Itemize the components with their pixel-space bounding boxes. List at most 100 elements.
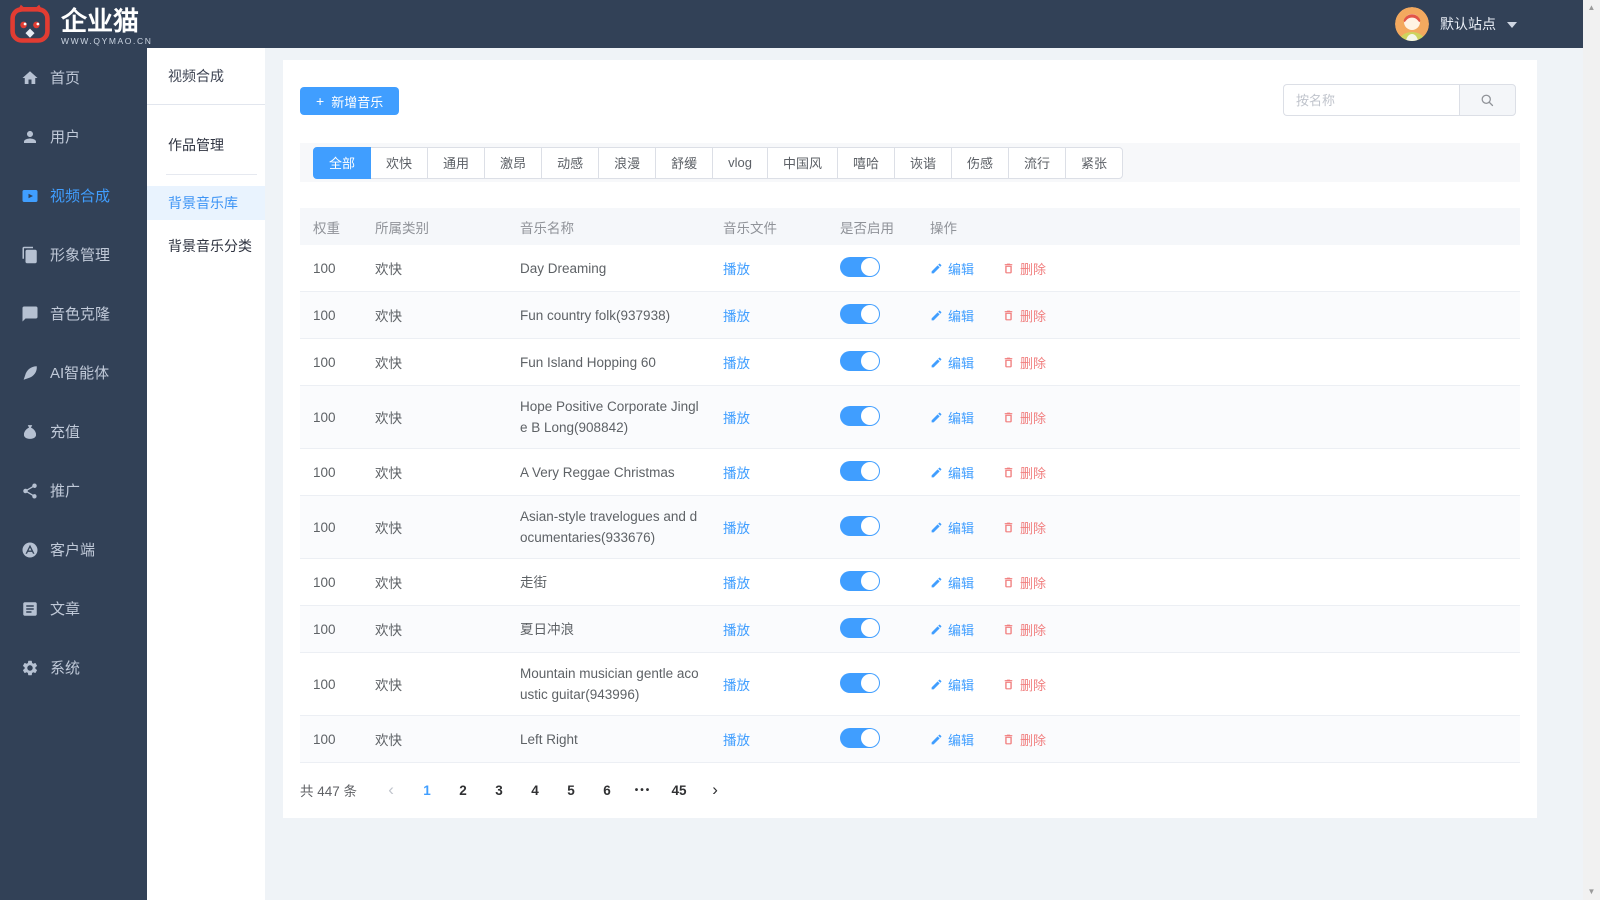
- filter-tab[interactable]: vlog: [712, 146, 768, 179]
- delete-button[interactable]: 删除: [1002, 259, 1046, 278]
- row-weight: 100: [313, 409, 336, 425]
- divider: [166, 174, 257, 175]
- submenu-item-works[interactable]: 作品管理: [147, 126, 265, 164]
- search-button[interactable]: [1459, 84, 1516, 116]
- edit-button[interactable]: 编辑: [930, 463, 974, 482]
- row-category: 欢快: [375, 521, 402, 536]
- filter-tab[interactable]: 流行: [1008, 146, 1067, 179]
- play-link[interactable]: 播放: [723, 411, 750, 426]
- page-number[interactable]: 3: [483, 776, 515, 804]
- col-category: 所属类别: [375, 220, 429, 236]
- enable-toggle[interactable]: [840, 617, 880, 638]
- article-icon: [23, 601, 37, 616]
- scroll-up-icon[interactable]: ▲: [1583, 0, 1600, 16]
- play-link[interactable]: 播放: [723, 623, 750, 638]
- delete-button[interactable]: 删除: [1002, 518, 1046, 537]
- sidebar-item-voice-clone[interactable]: 音色克隆: [0, 284, 147, 343]
- page-number[interactable]: 5: [555, 776, 587, 804]
- sidebar-item-promotion[interactable]: 推广: [0, 461, 147, 520]
- delete-button[interactable]: 删除: [1002, 730, 1046, 749]
- edit-button[interactable]: 编辑: [930, 408, 974, 427]
- enable-toggle[interactable]: [840, 256, 880, 277]
- edit-button[interactable]: 编辑: [930, 675, 974, 694]
- sidebar-item-home[interactable]: 首页: [0, 48, 147, 107]
- row-category: 欢快: [375, 576, 402, 591]
- delete-button[interactable]: 删除: [1002, 463, 1046, 482]
- delete-button[interactable]: 删除: [1002, 408, 1046, 427]
- enable-toggle[interactable]: [840, 570, 880, 591]
- play-link[interactable]: 播放: [723, 466, 750, 481]
- trash-icon: [1004, 467, 1013, 477]
- secondary-sidebar: 视频合成 作品管理 背景音乐库 背景音乐分类: [147, 48, 265, 900]
- filter-tab[interactable]: 浪漫: [598, 146, 657, 179]
- sidebar-item-image-manage[interactable]: 形象管理: [0, 225, 147, 284]
- edit-button[interactable]: 编辑: [930, 518, 974, 537]
- page-ellipsis[interactable]: •••: [627, 776, 659, 804]
- filter-tab[interactable]: 欢快: [370, 146, 429, 179]
- play-link[interactable]: 播放: [723, 521, 750, 536]
- top-bar: 企业猫 WWW.QYMAO.CN 默认站点: [0, 0, 1583, 48]
- submenu-item-bgm-category[interactable]: 背景音乐分类: [147, 229, 265, 263]
- enable-toggle[interactable]: [840, 515, 880, 536]
- add-music-button[interactable]: + 新增音乐: [300, 87, 400, 115]
- page-number[interactable]: 4: [519, 776, 551, 804]
- row-weight: 100: [313, 731, 336, 747]
- delete-button[interactable]: 删除: [1002, 306, 1046, 325]
- music-table: 权重 所属类别 音乐名称 音乐文件 是否启用 操作 100 欢快 Day Dre…: [300, 208, 1520, 763]
- delete-button[interactable]: 删除: [1002, 353, 1046, 372]
- sidebar-item-video-compose[interactable]: 视频合成: [0, 166, 147, 225]
- enable-toggle[interactable]: [840, 405, 880, 426]
- user-menu[interactable]: 默认站点: [1395, 0, 1517, 48]
- pencil-icon: [931, 734, 942, 744]
- filter-tab[interactable]: 嘻哈: [836, 146, 895, 179]
- filter-tab[interactable]: 激昂: [484, 146, 543, 179]
- enable-toggle[interactable]: [840, 350, 880, 371]
- search-input[interactable]: [1283, 84, 1459, 116]
- page-number[interactable]: 2: [447, 776, 479, 804]
- delete-button[interactable]: 删除: [1002, 573, 1046, 592]
- delete-button[interactable]: 删除: [1002, 620, 1046, 639]
- sidebar-item-ai-agent[interactable]: AI智能体: [0, 343, 147, 402]
- filter-tab[interactable]: 动感: [541, 146, 600, 179]
- page-number[interactable]: 1: [411, 776, 443, 804]
- sidebar-item-recharge[interactable]: 充值: [0, 402, 147, 461]
- filter-tab[interactable]: 紧张: [1065, 146, 1124, 179]
- sidebar-item-articles[interactable]: 文章: [0, 579, 147, 638]
- scroll-down-icon[interactable]: ▼: [1583, 884, 1600, 900]
- edit-button[interactable]: 编辑: [930, 259, 974, 278]
- play-link[interactable]: 播放: [723, 733, 750, 748]
- edit-button[interactable]: 编辑: [930, 573, 974, 592]
- image-icon: [22, 246, 37, 263]
- delete-button[interactable]: 删除: [1002, 675, 1046, 694]
- edit-button[interactable]: 编辑: [930, 730, 974, 749]
- sidebar-item-users[interactable]: 用户: [0, 107, 147, 166]
- sidebar-item-client[interactable]: 客户端: [0, 520, 147, 579]
- filter-tab[interactable]: 通用: [427, 146, 486, 179]
- play-link[interactable]: 播放: [723, 576, 750, 591]
- filter-tab[interactable]: 舒缓: [655, 146, 714, 179]
- page-scrollbar[interactable]: ▲ ▼: [1583, 0, 1600, 900]
- enable-toggle[interactable]: [840, 460, 880, 481]
- enable-toggle[interactable]: [840, 672, 880, 693]
- enable-toggle[interactable]: [840, 303, 880, 324]
- page-number[interactable]: 6: [591, 776, 623, 804]
- page-number[interactable]: 45: [663, 776, 695, 804]
- play-link[interactable]: 播放: [723, 262, 750, 277]
- submenu-item-bgm-library[interactable]: 背景音乐库: [147, 186, 265, 220]
- next-page-button[interactable]: ›: [699, 776, 731, 804]
- prev-page-button[interactable]: ‹: [375, 776, 407, 804]
- play-link[interactable]: 播放: [723, 356, 750, 371]
- play-link[interactable]: 播放: [723, 678, 750, 693]
- filter-tab[interactable]: 伤感: [951, 146, 1010, 179]
- enable-toggle[interactable]: [840, 727, 880, 748]
- edit-button[interactable]: 编辑: [930, 353, 974, 372]
- filter-tab[interactable]: 诙谐: [894, 146, 953, 179]
- edit-button[interactable]: 编辑: [930, 620, 974, 639]
- total-count: 共 447 条: [300, 784, 358, 799]
- play-link[interactable]: 播放: [723, 309, 750, 324]
- brand-logo[interactable]: 企业猫 WWW.QYMAO.CN: [8, 2, 152, 51]
- filter-tab[interactable]: 中国风: [766, 146, 838, 179]
- edit-button[interactable]: 编辑: [930, 306, 974, 325]
- filter-tab[interactable]: 全部: [313, 146, 372, 179]
- sidebar-item-system[interactable]: 系统: [0, 638, 147, 697]
